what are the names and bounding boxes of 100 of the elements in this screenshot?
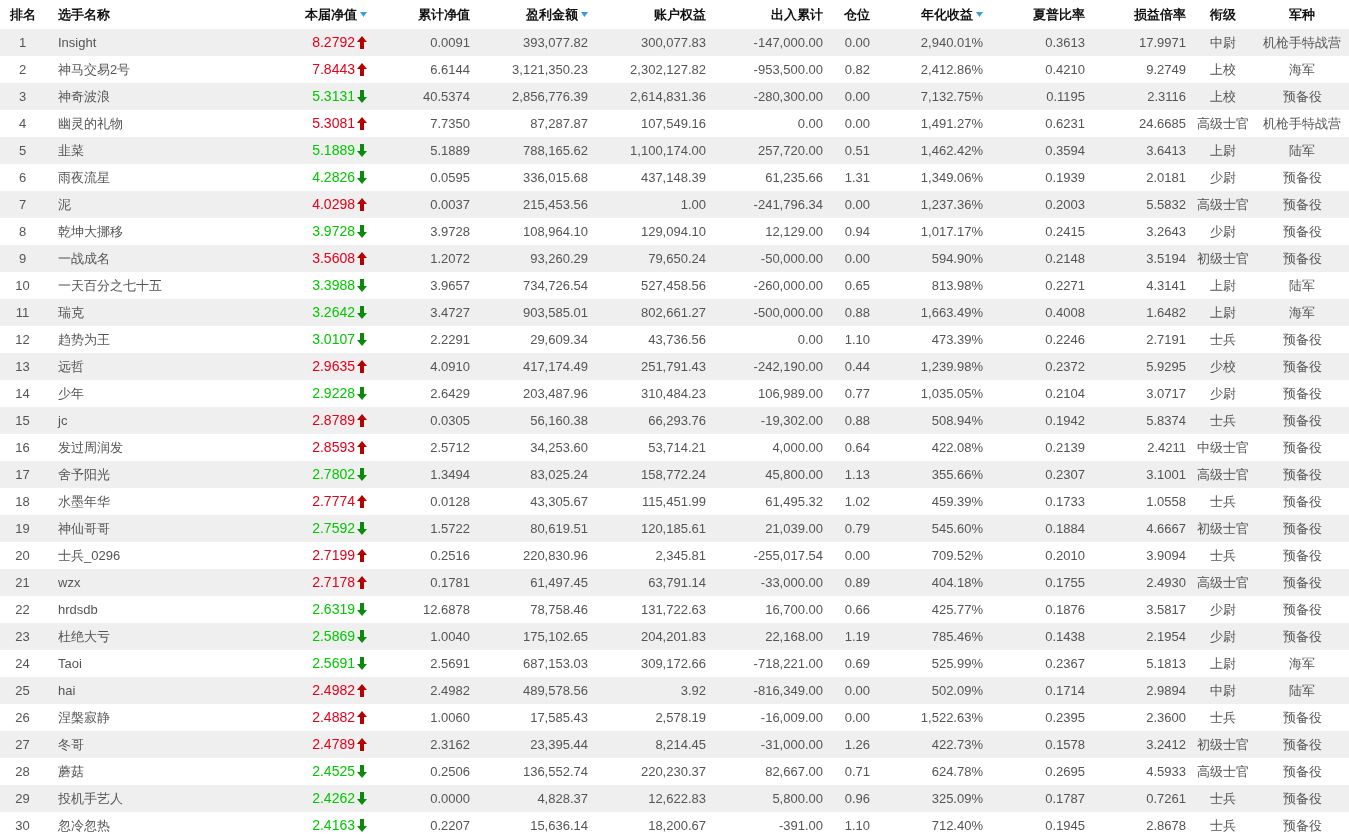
column-header[interactable]: 本届净值 xyxy=(305,4,357,25)
pl-ratio-cell-text: 1.0558 xyxy=(1146,492,1186,511)
flow-cell-text: -280,300.00 xyxy=(753,87,823,106)
player-name-cell-text: 乾坤大挪移 xyxy=(58,222,123,241)
profit-cell-text: 417,174.49 xyxy=(522,357,588,376)
net-value-cell-text: 2.7199 xyxy=(312,546,355,565)
pl-ratio-cell-text: 0.7261 xyxy=(1146,789,1186,808)
equity-cell-text: 1,100,174.00 xyxy=(630,141,706,160)
branch-cell-text: 预备役 xyxy=(1282,384,1322,403)
pl-ratio-cell-text: 3.9094 xyxy=(1146,546,1186,565)
rank-title-cell-text: 士兵 xyxy=(1209,330,1236,349)
equity-cell-text: 63,791.14 xyxy=(648,573,706,592)
sharpe-cell-text: 0.1942 xyxy=(1045,411,1085,430)
cumulative-value-cell-text: 0.2516 xyxy=(430,546,470,565)
rank-cell-text: 4 xyxy=(18,114,27,133)
annual-return-cell-text: 502.09% xyxy=(931,681,983,700)
equity-cell-text: 802,661.27 xyxy=(640,303,706,322)
equity-cell-text: 204,201.83 xyxy=(640,627,706,646)
rank-title-cell-text: 士兵 xyxy=(1209,816,1236,835)
equity-cell-text: 2,302,127.82 xyxy=(630,60,706,79)
net-value-cell-text: 2.4882 xyxy=(312,708,355,727)
rank-cell-text: 12 xyxy=(15,330,30,349)
branch-cell-text: 预备役 xyxy=(1282,789,1322,808)
rank-title-cell-text: 少尉 xyxy=(1209,627,1236,646)
pl-ratio-cell-text: 3.5817 xyxy=(1146,600,1186,619)
annual-return-cell-text: 2,940.01% xyxy=(920,33,983,52)
position-cell-text: 0.64 xyxy=(844,438,870,457)
sharpe-cell-text: 0.4008 xyxy=(1045,303,1085,322)
rank-title-cell-text: 少尉 xyxy=(1209,222,1236,241)
cumulative-value-cell-text: 0.2207 xyxy=(430,816,470,835)
net-value-cell-text: 2.5691 xyxy=(312,654,355,673)
cumulative-value-cell-text: 0.1781 xyxy=(430,573,470,592)
cumulative-value-cell-text: 0.0091 xyxy=(430,33,470,52)
column-header[interactable]: 年化收益 xyxy=(921,4,973,25)
flow-cell-text: -33,000.00 xyxy=(760,573,823,592)
player-name-cell-text: wzx xyxy=(58,573,81,592)
column-header: 仓位 xyxy=(844,5,870,24)
pl-ratio-cell-text: 3.6413 xyxy=(1146,141,1186,160)
annual-return-cell-text: 508.94% xyxy=(931,411,983,430)
column-header[interactable]: 盈利金额 xyxy=(526,4,578,25)
branch-cell-text: 预备役 xyxy=(1282,573,1322,592)
annual-return-cell-text: 709.52% xyxy=(931,546,983,565)
player-name-cell-text: 神马交易2号 xyxy=(58,60,131,79)
player-name-cell-text: Taoi xyxy=(58,654,82,673)
flow-cell-text: 61,235.66 xyxy=(765,168,823,187)
rank-cell-text: 7 xyxy=(18,195,27,214)
annual-return-cell-text: 325.09% xyxy=(931,789,983,808)
equity-cell-text: 309,172.66 xyxy=(640,654,706,673)
position-cell-text: 0.69 xyxy=(844,654,870,673)
net-value-cell-text: 5.3131 xyxy=(312,87,355,106)
rank-cell-text: 25 xyxy=(15,681,30,700)
equity-cell-text: 527,458.56 xyxy=(640,276,706,295)
rank-cell-text: 26 xyxy=(15,708,30,727)
profit-cell-text: 15,636.14 xyxy=(530,816,588,835)
flow-cell-text: 12,129.00 xyxy=(765,222,823,241)
sharpe-cell-text: 0.2367 xyxy=(1045,654,1085,673)
sharpe-cell-text: 0.2148 xyxy=(1045,249,1085,268)
net-value-cell-text: 2.7592 xyxy=(312,519,355,538)
branch-cell-text: 陆军 xyxy=(1289,681,1315,700)
rank-title-cell-text: 初级士官 xyxy=(1196,735,1249,754)
flow-cell-text: 0.00 xyxy=(797,330,823,349)
rank-title-cell-text: 中尉 xyxy=(1209,681,1236,700)
profit-cell-text: 220,830.96 xyxy=(522,546,588,565)
position-cell-text: 0.00 xyxy=(844,87,870,106)
profit-cell-text: 56,160.38 xyxy=(530,411,588,430)
profit-cell-text: 336,015.68 xyxy=(522,168,588,187)
position-cell-text: 0.00 xyxy=(844,249,870,268)
profit-cell-text: 175,102.65 xyxy=(522,627,588,646)
rank-title-cell-text: 上尉 xyxy=(1209,276,1236,295)
rank-cell-text: 20 xyxy=(15,546,30,565)
flow-cell-text: 45,800.00 xyxy=(765,465,823,484)
profit-cell-text: 108,964.10 xyxy=(522,222,588,241)
cumulative-value-cell-text: 2.3162 xyxy=(430,735,470,754)
flow-cell-text: -260,000.00 xyxy=(753,276,823,295)
annual-return-cell-text: 1,017.17% xyxy=(920,222,983,241)
equity-cell-text: 2,345.81 xyxy=(655,546,706,565)
net-value-cell-text: 2.5869 xyxy=(312,627,355,646)
player-name-cell-text: 幽灵的礼物 xyxy=(58,114,123,133)
position-cell-text: 1.31 xyxy=(844,168,870,187)
branch-cell-text: 预备役 xyxy=(1282,195,1322,214)
branch-cell-text: 海军 xyxy=(1289,654,1315,673)
net-value-cell-text: 3.2642 xyxy=(312,303,355,322)
sharpe-cell-text: 0.3594 xyxy=(1045,141,1085,160)
rank-title-cell-text: 少尉 xyxy=(1209,168,1236,187)
cumulative-value-cell-text: 0.0037 xyxy=(430,195,470,214)
flow-cell-text: -31,000.00 xyxy=(760,735,823,754)
flow-cell-text: -147,000.00 xyxy=(753,33,823,52)
pl-ratio-cell-text: 2.4211 xyxy=(1147,438,1186,457)
pl-ratio-cell-text: 17.9971 xyxy=(1139,33,1186,52)
profit-cell-text: 17,585.43 xyxy=(530,708,588,727)
rank-title-cell-text: 士兵 xyxy=(1209,492,1236,511)
flow-cell-text: 21,039.00 xyxy=(765,519,823,538)
branch-cell-text: 海军 xyxy=(1289,60,1315,79)
rank-cell-text: 24 xyxy=(15,654,30,673)
cumulative-value-cell-text: 6.6144 xyxy=(430,60,470,79)
rank-title-cell-text: 高级士官 xyxy=(1196,114,1249,133)
equity-cell-text: 310,484.23 xyxy=(640,384,706,403)
player-name-cell-text: 冬哥 xyxy=(58,735,84,754)
rank-cell-text: 22 xyxy=(15,600,30,619)
branch-cell-text: 机枪手特战营 xyxy=(1263,33,1341,52)
